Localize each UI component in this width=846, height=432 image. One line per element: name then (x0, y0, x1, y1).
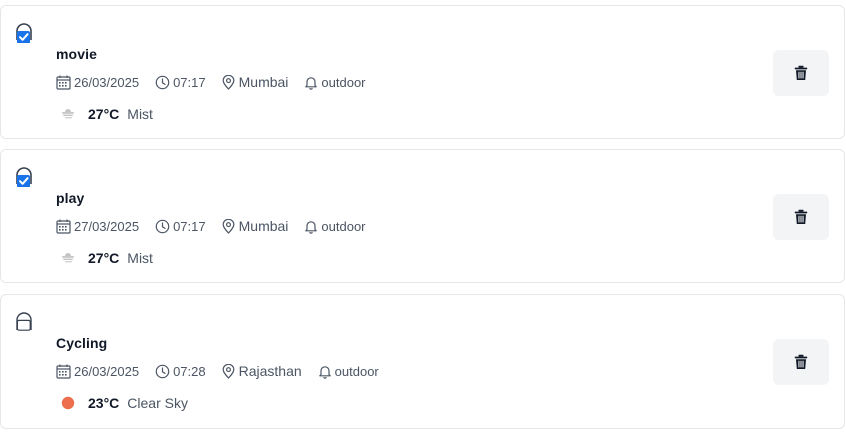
bell-icon (305, 220, 318, 234)
task-date: 26/03/2025 (56, 364, 139, 379)
task-category: outdoor (304, 218, 366, 234)
task-time-text: 07:28 (173, 363, 206, 379)
task-date-text: 27/03/2025 (74, 218, 140, 234)
task-location-text: Rajasthan (238, 363, 302, 379)
task-category-text: outdoor (321, 74, 366, 90)
task-weather-description: Mist (127, 250, 153, 266)
checkbox-icon (16, 312, 32, 331)
task-date: 27/03/2025 (56, 219, 139, 234)
task-time-text: 07:17 (173, 74, 206, 90)
map-pin-icon (222, 74, 235, 90)
clock-icon (155, 219, 170, 233)
delete-button[interactable] (773, 339, 829, 385)
task-checkbox[interactable] (15, 310, 33, 332)
task-temperature: 27°C (88, 250, 120, 266)
clock-icon (155, 364, 170, 378)
task-meta: 27/03/2025 07:17 Mumbai outdoor (56, 216, 382, 236)
task-checkbox[interactable] (15, 21, 33, 43)
task-card: play 27/03/2025 07:17 Mumbai outdoor 27°… (0, 149, 845, 283)
task-category-text: outdoor (334, 363, 379, 379)
mist-icon (59, 105, 77, 123)
task-weather-description: Mist (127, 106, 153, 122)
trash-icon (794, 209, 808, 224)
task-location: Mumbai (222, 74, 289, 90)
checkbox-icon (16, 23, 32, 43)
task-checkbox[interactable] (15, 165, 33, 187)
task-title: Cycling (56, 335, 108, 351)
checkbox-icon (16, 167, 32, 187)
bell-icon (305, 76, 318, 90)
task-location-text: Mumbai (238, 74, 289, 90)
trash-icon (794, 354, 808, 369)
map-pin-icon (222, 363, 235, 379)
task-weather-description: Clear Sky (127, 395, 188, 411)
task-weather: 27°C Mist (59, 248, 153, 268)
task-time: 07:17 (155, 219, 206, 234)
task-weather: 27°C Mist (59, 104, 153, 124)
task-temperature: 23°C (88, 395, 120, 411)
mist-icon (59, 249, 77, 267)
delete-button[interactable] (773, 194, 829, 240)
task-category: outdoor (304, 74, 366, 90)
map-pin-icon (222, 218, 235, 234)
task-list: movie 26/03/2025 07:17 Mumbai outdoor 27… (0, 0, 846, 432)
task-meta: 26/03/2025 07:17 Mumbai outdoor (56, 72, 382, 92)
calendar-icon (56, 75, 71, 90)
task-date: 26/03/2025 (56, 75, 139, 90)
task-category: outdoor (318, 364, 379, 379)
trash-icon (794, 65, 808, 80)
task-title: movie (56, 46, 97, 62)
task-time: 07:17 (155, 75, 206, 90)
clock-icon (155, 75, 170, 89)
calendar-icon (56, 364, 71, 379)
task-card: movie 26/03/2025 07:17 Mumbai outdoor 27… (0, 5, 845, 139)
task-meta: 26/03/2025 07:28 Rajasthan outdoor (56, 361, 395, 381)
task-location: Rajasthan (222, 363, 302, 379)
task-temperature: 27°C (88, 106, 120, 122)
task-location: Mumbai (222, 218, 289, 234)
task-date-text: 26/03/2025 (74, 74, 140, 90)
task-category-text: outdoor (321, 218, 366, 234)
task-title: play (56, 190, 85, 206)
task-date-text: 26/03/2025 (74, 363, 140, 379)
sun-icon (59, 394, 77, 412)
task-time: 07:28 (155, 364, 206, 379)
task-weather: 23°C Clear Sky (59, 393, 188, 413)
calendar-icon (56, 219, 71, 234)
delete-button[interactable] (773, 50, 829, 96)
bell-icon (318, 365, 331, 379)
task-time-text: 07:17 (173, 218, 206, 234)
task-location-text: Mumbai (238, 218, 289, 234)
task-card: Cycling 26/03/2025 07:28 Rajasthan outdo… (0, 294, 845, 429)
